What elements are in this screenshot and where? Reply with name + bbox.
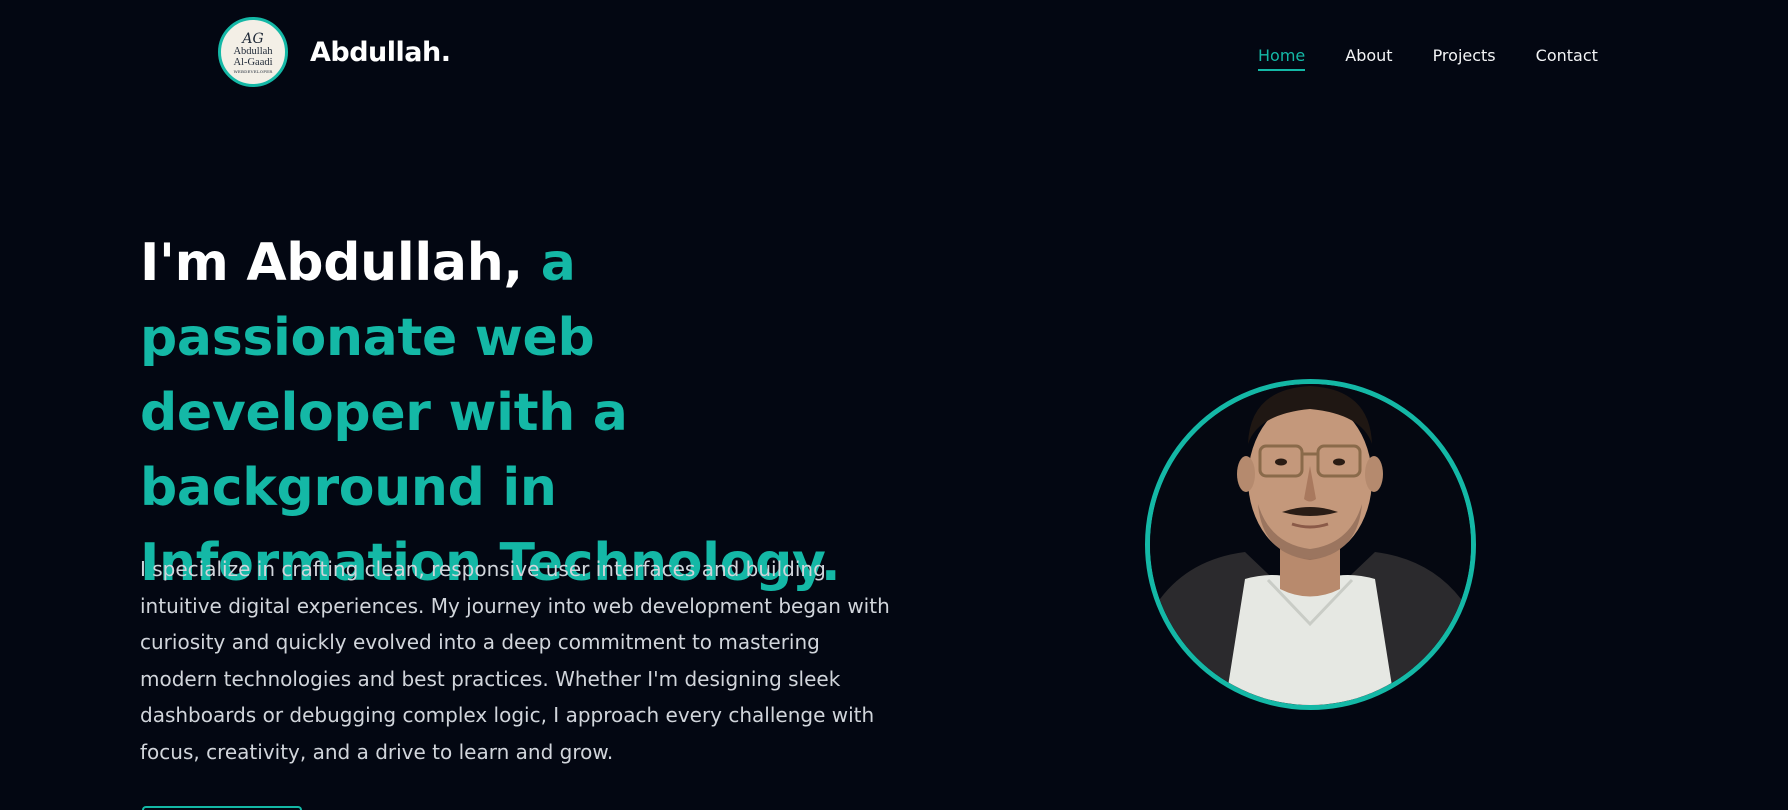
page: AG Abdullah Al-Gaadi WEBDEVELOPER Abdull…: [0, 0, 1788, 810]
hero-title: I'm Abdullah, a passionate web developer…: [140, 226, 900, 601]
logo-tagline: WEBDEVELOPER: [233, 69, 273, 74]
logo-badge[interactable]: AG Abdullah Al-Gaadi WEBDEVELOPER: [218, 17, 288, 87]
main-nav: Home About Projects Contact: [1258, 45, 1598, 71]
site-header: AG Abdullah Al-Gaadi WEBDEVELOPER Abdull…: [0, 0, 1788, 112]
portrait-illustration: [1150, 384, 1471, 705]
nav-link-home[interactable]: Home: [1258, 45, 1306, 71]
nav-link-contact[interactable]: Contact: [1536, 45, 1598, 71]
profile-photo: [1145, 379, 1476, 710]
nav-link-about[interactable]: About: [1345, 45, 1392, 71]
brand-name[interactable]: Abdullah.: [310, 37, 451, 69]
logo-name-line1: Abdullah: [233, 46, 273, 57]
hero-title-intro: I'm Abdullah,: [140, 233, 523, 293]
cta-button[interactable]: [142, 806, 302, 810]
nav-link-projects[interactable]: Projects: [1433, 45, 1496, 71]
hero-description: I specialize in crafting clean, responsi…: [140, 557, 890, 764]
logo-name-line2: Al-Gaadi: [233, 57, 273, 68]
logo-monogram: AG: [242, 31, 264, 47]
